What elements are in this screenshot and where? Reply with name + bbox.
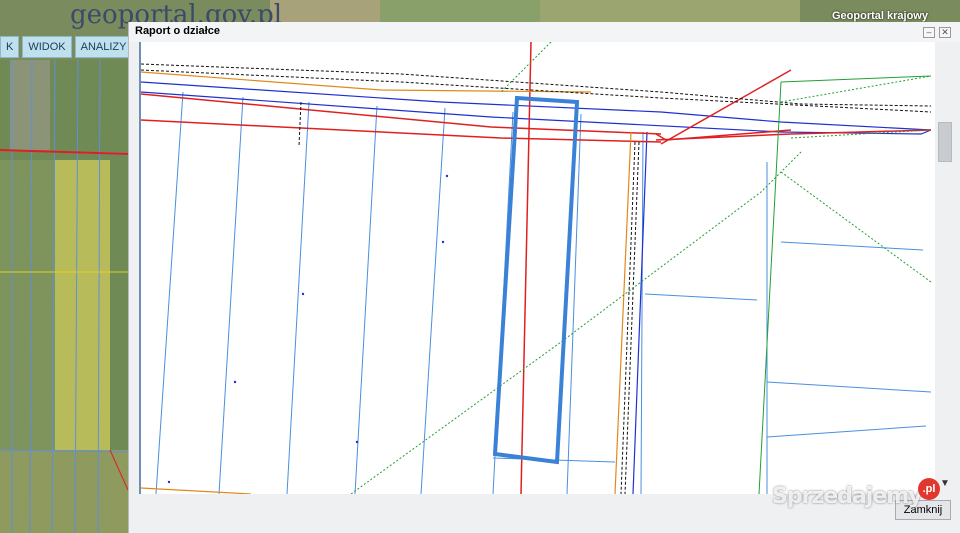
scroll-down-icon[interactable]: ▼ — [940, 478, 950, 489]
menu-item-analizy[interactable]: ANALIZY — [74, 36, 133, 58]
dialog-title: Raport o działce — [135, 25, 220, 37]
watermark-badge: .pl — [918, 478, 940, 500]
parcel-report-dialog: Raport o działce – ✕ ▼ Zamknij — [128, 22, 960, 533]
scroll-thumb[interactable] — [938, 122, 952, 162]
menu-item-widok[interactable]: WIDOK — [22, 36, 72, 58]
parcel-map[interactable] — [141, 42, 937, 494]
menu-item-k[interactable]: K — [0, 36, 20, 58]
close-icon[interactable]: ✕ — [939, 27, 951, 38]
parcel-map-view[interactable] — [139, 42, 937, 494]
minimize-icon[interactable]: – — [923, 27, 935, 38]
dialog-titlebar[interactable]: Raport o działce – ✕ — [129, 22, 960, 42]
vertical-scrollbar[interactable]: ▼ — [935, 42, 953, 492]
menu-bar: K WIDOK ANALIZY — [0, 36, 133, 58]
watermark-text: Sprzedajemy — [772, 484, 922, 509]
